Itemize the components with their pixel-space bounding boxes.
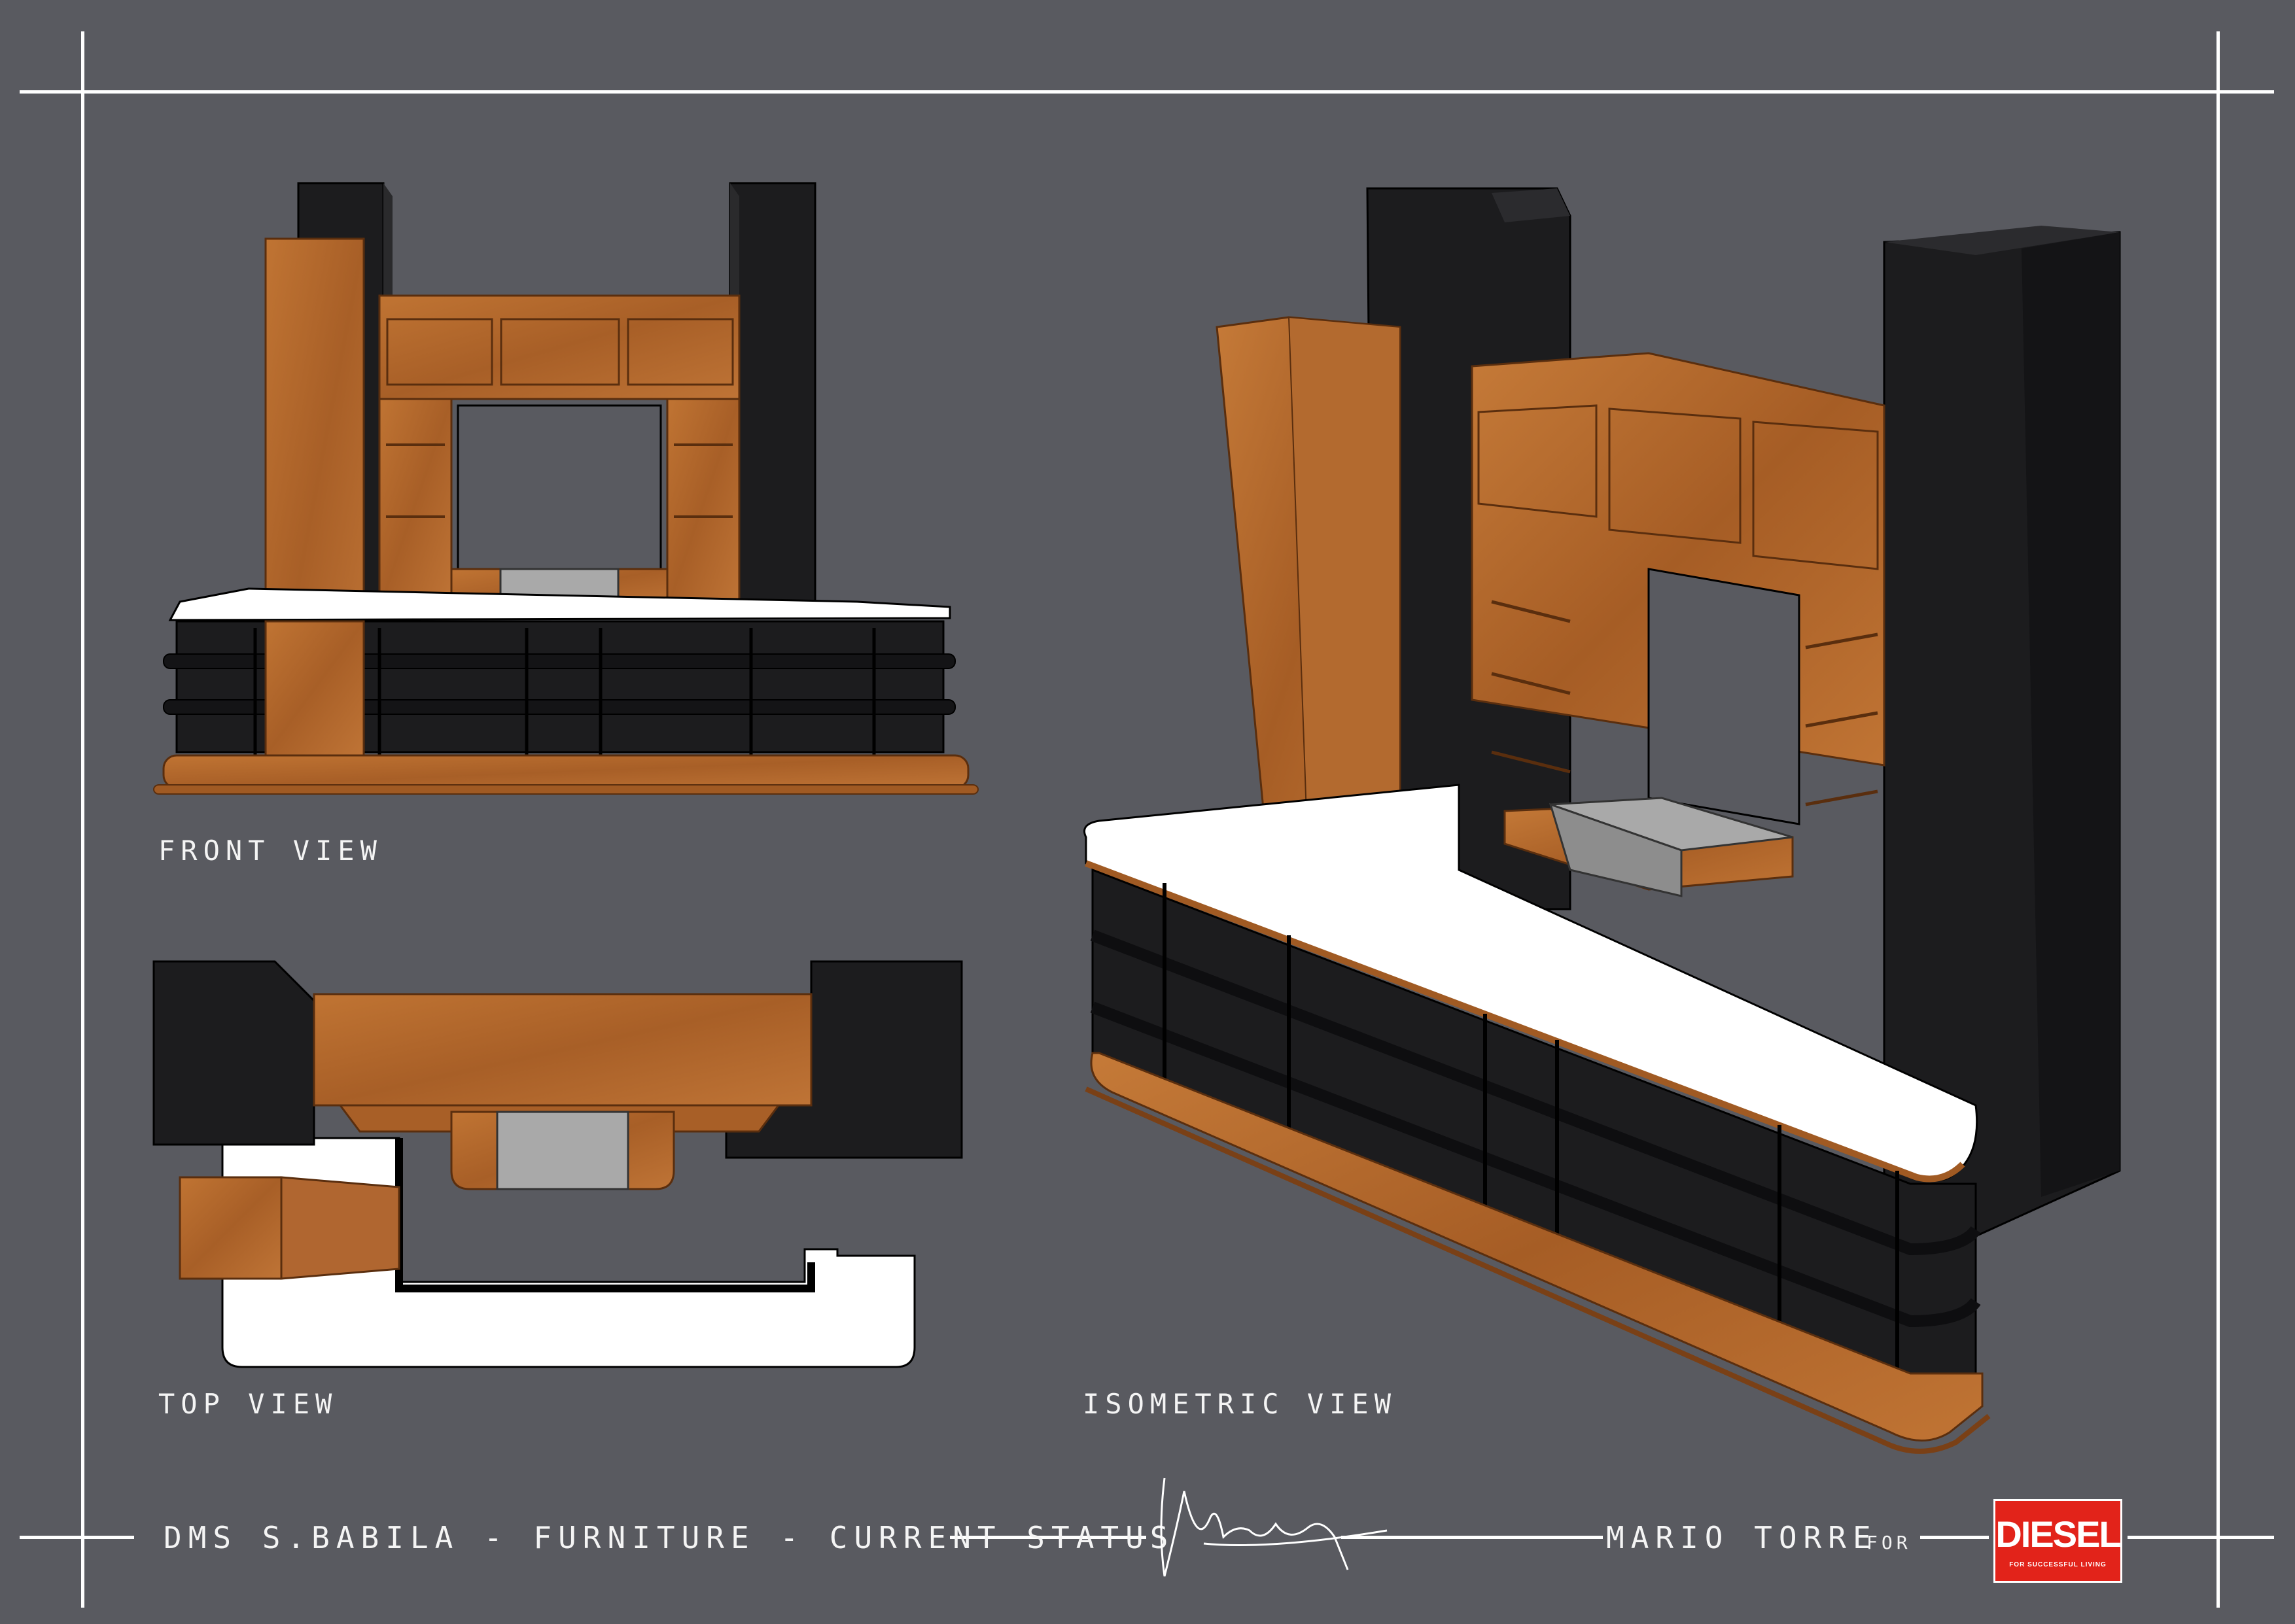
isometric-view-drawing	[1083, 187, 2121, 1454]
logo-tagline: FOR SUCCESSFUL LIVING	[2009, 1561, 2107, 1568]
frame-bottom-line-left	[20, 1536, 134, 1539]
frame-top-line	[20, 90, 2274, 94]
frame-bottom-line-mid3	[1920, 1536, 1989, 1539]
designer-signature	[1160, 1477, 1388, 1577]
isometric-view-label: ISOMETRIC VIEW	[1083, 1388, 1397, 1420]
frame-left-line	[81, 31, 84, 1608]
front-view-label: FRONT VIEW	[158, 835, 383, 867]
diesel-logo: DIESEL FOR SUCCESSFUL LIVING	[1993, 1499, 2122, 1583]
project-title: DMS S.BABILA - FURNITURE - CURRENT STATU…	[164, 1520, 1175, 1555]
designer-name: MARIO TORRE	[1606, 1520, 1878, 1555]
frame-bottom-line-right	[2128, 1536, 2274, 1539]
top-view-label: TOP VIEW	[158, 1388, 338, 1420]
for-label: FOR	[1866, 1532, 1912, 1553]
top-view-drawing	[152, 960, 963, 1368]
front-view-drawing	[153, 182, 979, 795]
logo-brand: DIESEL	[1995, 1513, 2121, 1555]
frame-right-line	[2216, 31, 2220, 1608]
